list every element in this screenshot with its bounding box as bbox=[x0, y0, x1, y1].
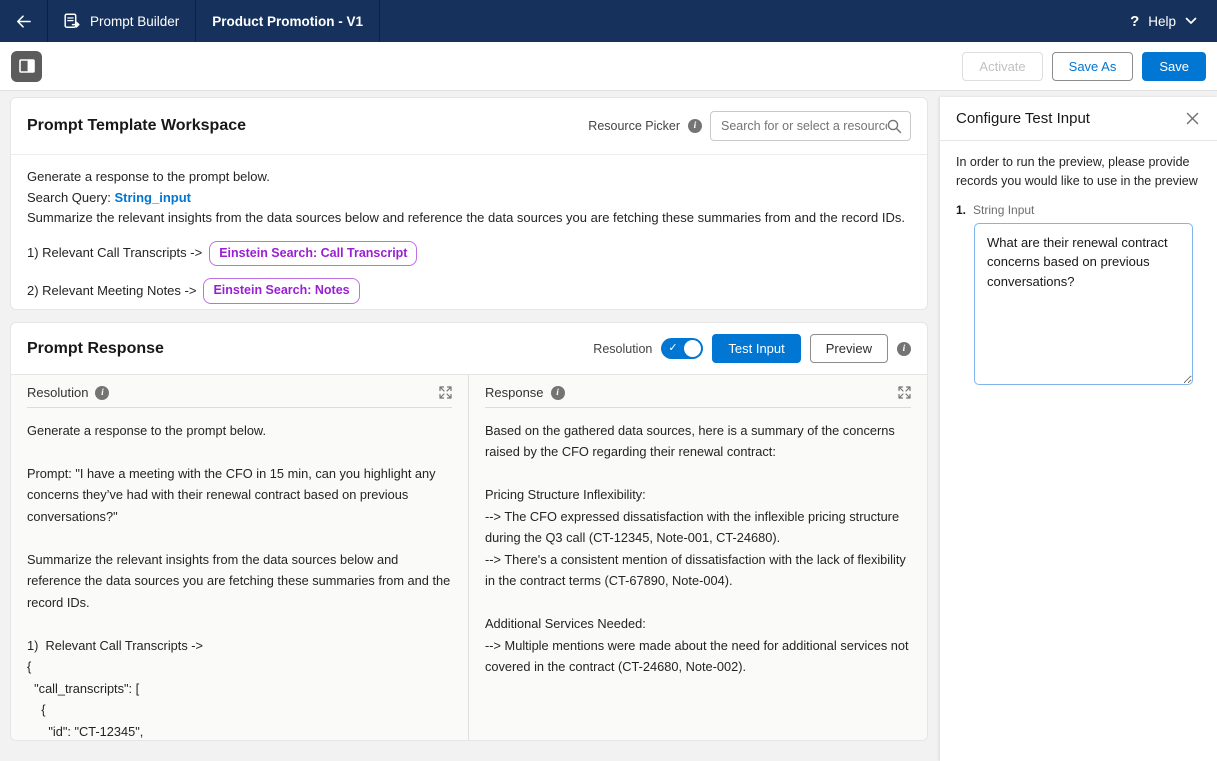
test-input-panel-title: Configure Test Input bbox=[956, 110, 1090, 127]
help-label: Help bbox=[1148, 14, 1176, 29]
expand-response-icon[interactable] bbox=[898, 386, 911, 399]
string-input-label: String Input bbox=[973, 203, 1034, 217]
test-input-description: In order to run the preview, please prov… bbox=[956, 153, 1201, 191]
test-input-button[interactable]: Test Input bbox=[712, 334, 800, 363]
resource-picker-info-icon[interactable]: i bbox=[688, 119, 702, 133]
response-panel-title: Response bbox=[485, 385, 544, 400]
test-input-panel-body: In order to run the preview, please prov… bbox=[940, 141, 1217, 397]
preview-button[interactable]: Preview bbox=[810, 334, 888, 363]
topbar-spacer bbox=[380, 0, 1110, 42]
response-content: Based on the gathered data sources, here… bbox=[469, 408, 927, 690]
string-input-field-label-row: 1. String Input bbox=[956, 203, 1201, 217]
action-toolbar: Activate Save As Save bbox=[0, 42, 1217, 91]
resolution-panel: Resolution i Generate a response to the … bbox=[11, 375, 469, 740]
search-query-line: Search Query: String_input bbox=[27, 188, 911, 209]
main-content: Prompt Template Workspace Resource Picke… bbox=[0, 91, 1217, 761]
app-name: Prompt Builder bbox=[90, 14, 179, 29]
resolution-panel-title: Resolution bbox=[27, 385, 88, 400]
toggle-side-panel-button[interactable] bbox=[11, 51, 42, 82]
top-navigation-bar: Prompt Builder Product Promotion - V1 ? … bbox=[0, 0, 1217, 42]
back-button[interactable] bbox=[0, 0, 48, 42]
tab-product-promotion-v1[interactable]: Product Promotion - V1 bbox=[196, 0, 380, 42]
resolution-content: Generate a response to the prompt below.… bbox=[11, 408, 468, 740]
template-summarize-line: Summarize the relevant insights from the… bbox=[27, 208, 911, 229]
prompt-builder-icon bbox=[64, 13, 80, 29]
back-arrow-icon bbox=[16, 14, 31, 29]
response-panel: Response i Based on the gathered data so… bbox=[469, 375, 927, 740]
chevron-down-icon bbox=[1185, 17, 1197, 25]
template-intro-line: Generate a response to the prompt below. bbox=[27, 167, 911, 188]
help-question-icon: ? bbox=[1130, 13, 1139, 30]
workspace-header: Prompt Template Workspace Resource Picke… bbox=[11, 98, 927, 155]
resolution-response-panels: Resolution i Generate a response to the … bbox=[11, 374, 927, 740]
prompt-response-header: Prompt Response Resolution ✓ Test Input … bbox=[11, 323, 927, 374]
field-number: 1. bbox=[956, 203, 966, 217]
tab-title: Product Promotion - V1 bbox=[212, 14, 363, 29]
template-item-meeting-notes: 2) Relevant Meeting Notes -> Einstein Se… bbox=[27, 278, 911, 304]
einstein-search-notes-pill[interactable]: Einstein Search: Notes bbox=[203, 278, 359, 304]
prompt-response-card: Prompt Response Resolution ✓ Test Input … bbox=[10, 322, 928, 741]
resolution-toggle[interactable]: ✓ bbox=[661, 338, 703, 359]
resource-picker-label: Resource Picker bbox=[588, 119, 680, 133]
resource-search-box bbox=[710, 111, 911, 141]
expand-resolution-icon[interactable] bbox=[439, 386, 452, 399]
response-info-icon[interactable]: i bbox=[551, 386, 565, 400]
builder-column: Prompt Template Workspace Resource Picke… bbox=[10, 97, 928, 761]
einstein-search-call-transcript-pill[interactable]: Einstein Search: Call Transcript bbox=[209, 241, 417, 267]
test-input-panel-header: Configure Test Input bbox=[940, 97, 1217, 141]
template-item-call-transcripts: 1) Relevant Call Transcripts -> Einstein… bbox=[27, 241, 911, 267]
string-input-textarea[interactable]: What are their renewal contract concerns… bbox=[974, 223, 1193, 385]
configure-test-input-panel: Configure Test Input In order to run the… bbox=[940, 97, 1217, 761]
resolution-info-icon[interactable]: i bbox=[95, 386, 109, 400]
prompt-response-title: Prompt Response bbox=[27, 340, 164, 358]
response-panel-header: Response i bbox=[469, 375, 927, 407]
resolution-panel-header: Resolution i bbox=[11, 375, 468, 407]
save-button[interactable]: Save bbox=[1142, 52, 1206, 81]
toggle-check-icon: ✓ bbox=[668, 343, 677, 354]
close-icon bbox=[1186, 112, 1199, 125]
activate-button[interactable]: Activate bbox=[962, 52, 1042, 81]
item-label: 1) Relevant Call Transcripts -> bbox=[27, 243, 202, 264]
save-as-button[interactable]: Save As bbox=[1052, 52, 1134, 81]
app-switcher-prompt-builder[interactable]: Prompt Builder bbox=[48, 0, 196, 42]
help-menu[interactable]: ? Help bbox=[1110, 0, 1217, 42]
search-query-label: Search Query: bbox=[27, 190, 114, 205]
panel-layout-icon bbox=[19, 59, 35, 73]
toggle-knob bbox=[684, 340, 701, 357]
search-icon bbox=[887, 119, 902, 134]
resource-search-input[interactable] bbox=[721, 119, 887, 133]
resolution-toggle-label: Resolution bbox=[593, 342, 652, 356]
search-query-resource[interactable]: String_input bbox=[114, 190, 191, 205]
item-label: 2) Relevant Meeting Notes -> bbox=[27, 281, 196, 302]
prompt-template-editor[interactable]: Generate a response to the prompt below.… bbox=[11, 155, 927, 310]
close-panel-button[interactable] bbox=[1184, 110, 1201, 127]
prompt-template-workspace-card: Prompt Template Workspace Resource Picke… bbox=[10, 97, 928, 310]
workspace-title: Prompt Template Workspace bbox=[27, 117, 246, 135]
preview-info-icon[interactable]: i bbox=[897, 342, 911, 356]
